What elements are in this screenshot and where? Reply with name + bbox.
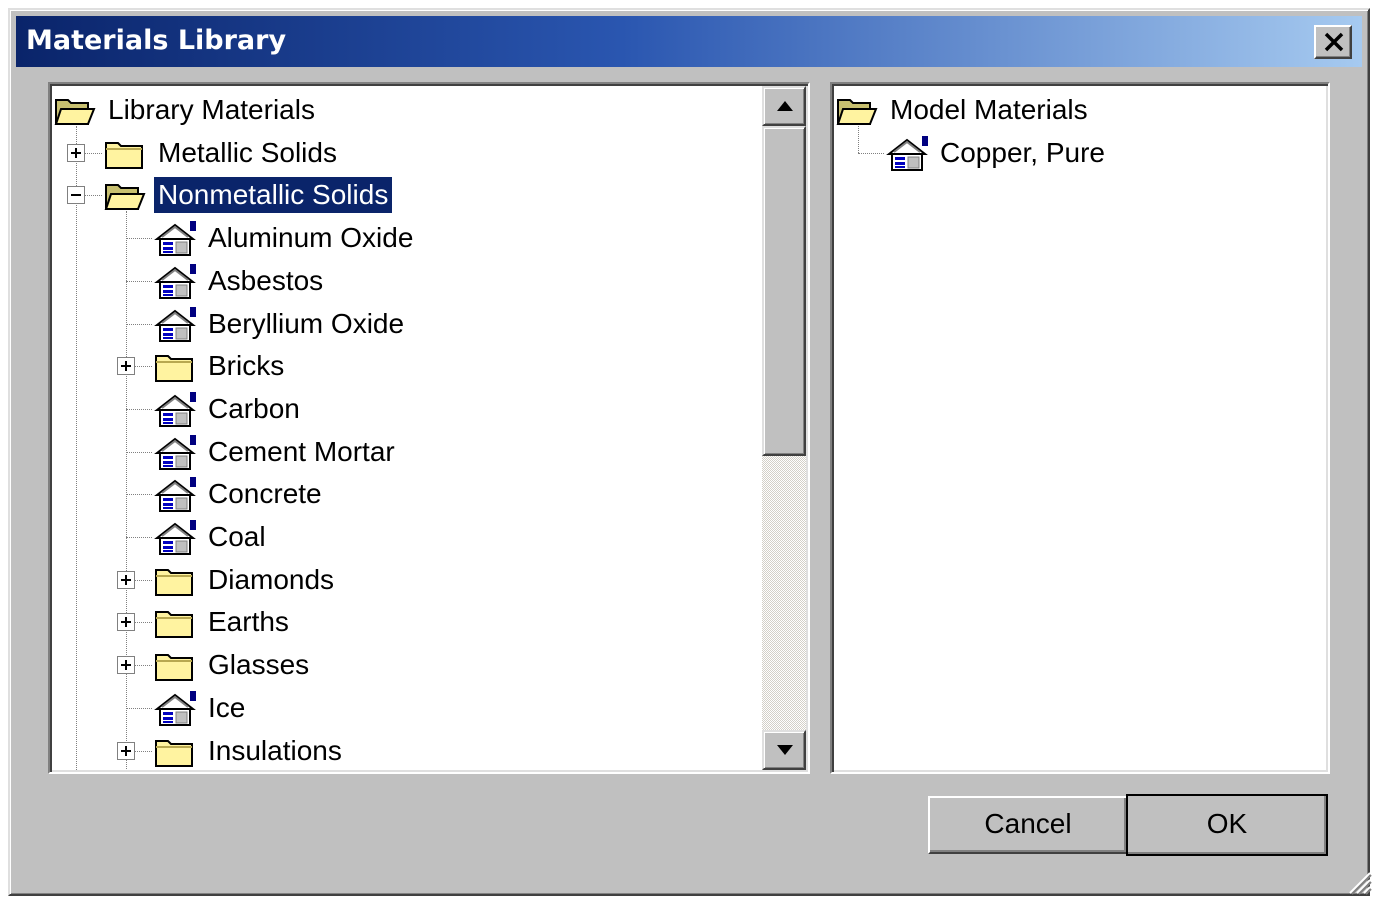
folder-open-icon [54,99,96,125]
tree-node-label: Model Materials [890,94,1088,125]
tree-connector [76,126,77,770]
arrow-down-icon [777,745,793,755]
tree-node-label: Concrete [208,478,322,510]
material-icon [154,391,196,427]
material-icon [154,690,196,726]
material-icon [154,306,196,342]
resize-grip-icon[interactable] [1344,867,1372,895]
library-tree-scrollbar[interactable] [762,86,806,770]
library-tree-content: Library Materials Metallic Solids Nonmetal… [52,86,762,770]
folder-icon [105,141,143,169]
scroll-up-button[interactable] [762,86,806,126]
tree-node-label: Nonmetallic Solids [154,177,393,214]
material-icon [154,263,196,299]
scroll-thumb[interactable] [762,126,806,456]
tree-node-label: Asbestos [208,264,324,296]
expand-toggle-icon[interactable] [117,741,135,760]
folder-icon [155,739,193,767]
dialog-title: Materials Library [26,25,287,56]
tree-node-label: Ice [208,691,246,723]
folder-icon [155,611,193,639]
cancel-button[interactable]: Cancel [928,796,1128,854]
tree-connector [126,280,152,282]
material-icon [154,477,196,513]
tree-connector [126,451,152,453]
tree-node-label: Aluminum Oxide [208,222,414,254]
tree-node-label: Bricks [208,350,285,382]
library-materials-tree[interactable]: Library Materials Metallic Solids Nonmetal… [48,82,810,774]
tree-connector [858,126,859,153]
tree-connector [126,323,152,325]
tree-node-label: Glasses [208,649,310,681]
tree-connector [858,152,884,154]
folder-icon [155,654,193,682]
tree-node-label: Carbon [208,392,300,424]
tree-connector [126,707,152,709]
material-icon [154,434,196,470]
ok-button[interactable]: OK [1126,794,1328,856]
expand-toggle-icon[interactable] [117,656,135,675]
expand-toggle-icon[interactable] [67,143,85,162]
title-bar[interactable]: Materials Library [16,16,1362,67]
scroll-down-button[interactable] [762,730,806,770]
arrow-up-icon [777,101,793,111]
tree-node-label: Earths [208,606,289,638]
close-icon [1324,32,1344,52]
expand-toggle-icon[interactable] [117,613,135,632]
tree-connector [126,238,152,240]
tree-node-label: Beryllium Oxide [208,307,405,339]
material-icon [154,520,196,555]
folder-open-icon [836,99,878,125]
folder-open-icon [104,184,146,211]
model-tree-content: Model Materials Copper, Pure [834,86,1326,770]
tree-node-label: Copper, Pure [940,136,1105,168]
tree-node-label: Cement Mortar [208,435,395,467]
tree-node-label: Library Materials [108,94,315,125]
model-materials-tree[interactable]: Model Materials Copper, Pure [830,82,1330,774]
tree-node-label: Metallic Solids [158,136,337,168]
tree-connector [126,494,152,496]
expand-toggle-icon[interactable] [117,570,135,589]
expand-toggle-icon[interactable] [117,357,135,376]
folder-icon [155,568,193,596]
material-icon [886,135,928,171]
tree-connector [126,211,127,770]
tree-node-label: Diamonds [208,563,335,595]
tree-connector [126,537,152,538]
close-button[interactable] [1314,25,1352,59]
tree-node-label: Coal [208,521,266,552]
collapse-toggle-icon[interactable] [67,186,85,205]
folder-icon [155,355,193,383]
material-icon [154,221,196,257]
tree-node-label: Insulations [208,734,342,766]
tree-connector [126,408,152,410]
